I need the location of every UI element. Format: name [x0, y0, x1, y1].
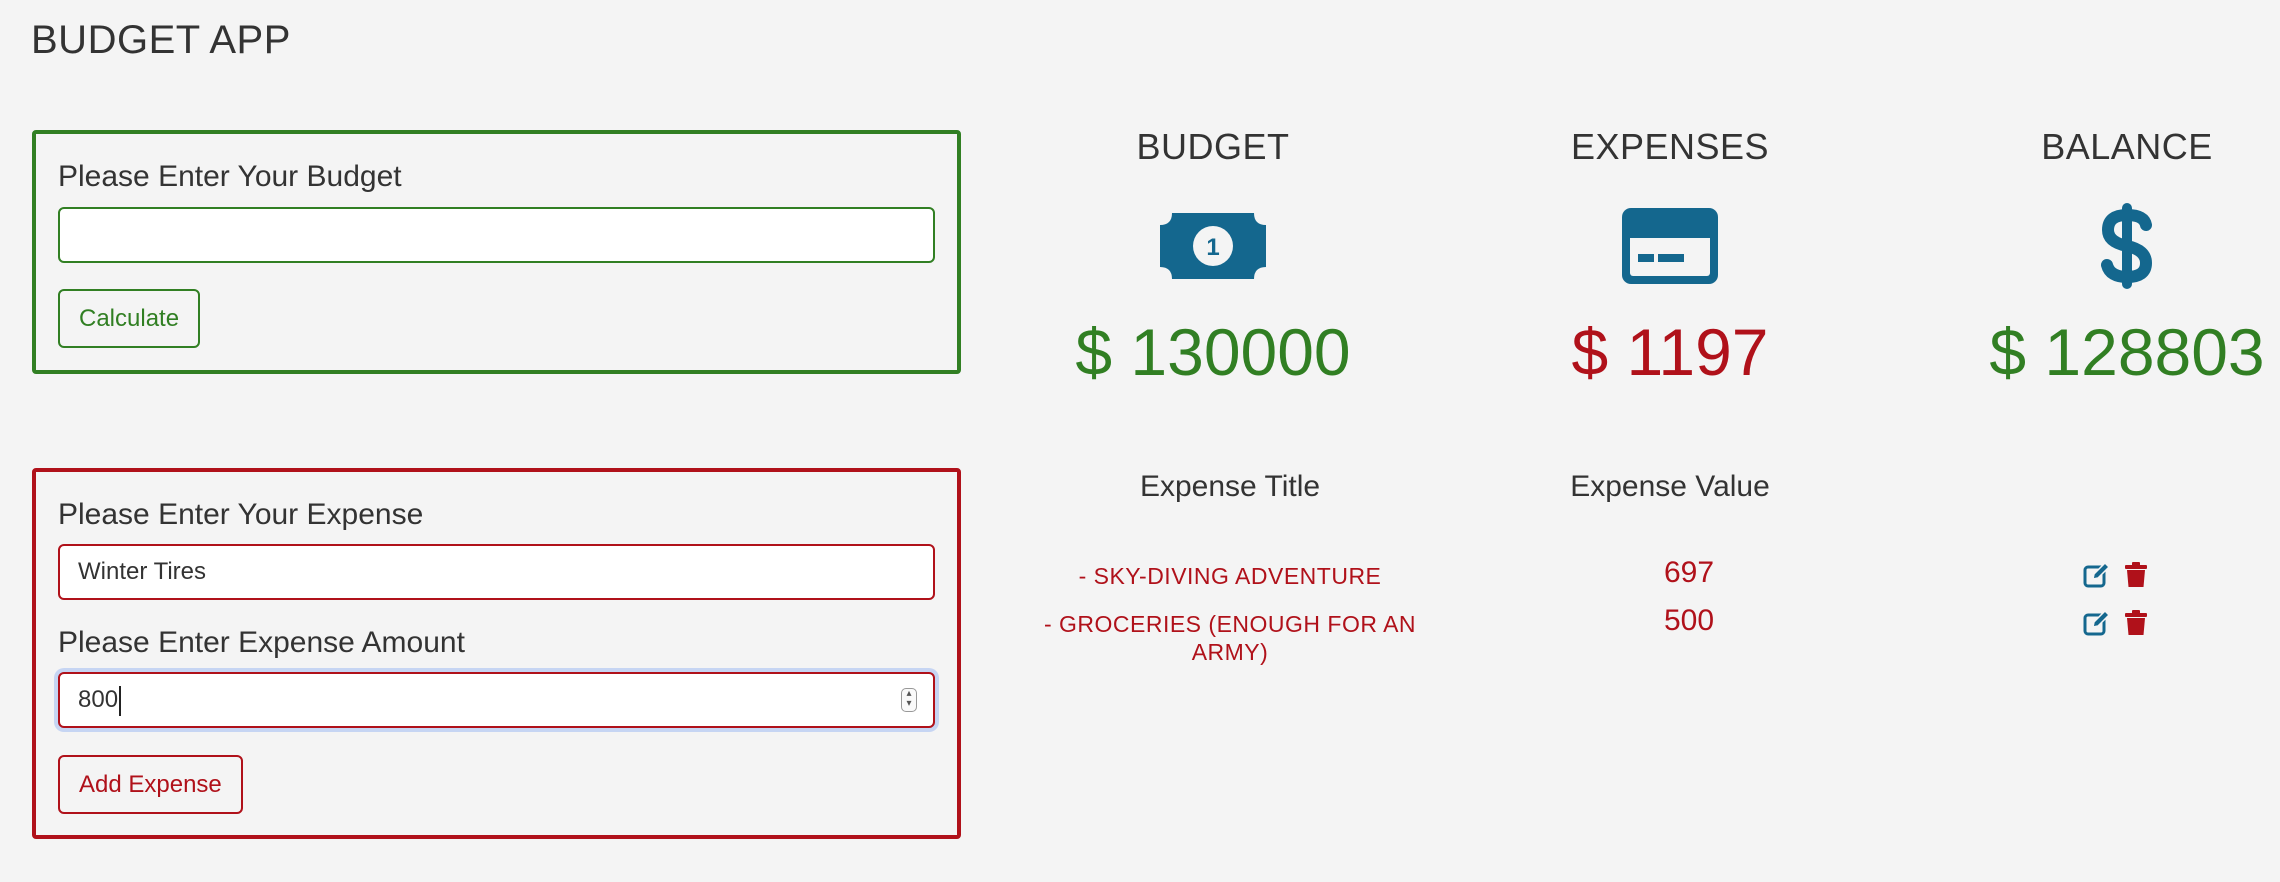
expenses-amount: $ 1197 — [1571, 315, 1769, 389]
budget-amount: $ 130000 — [1075, 315, 1351, 389]
budget-input[interactable] — [58, 207, 935, 263]
expense-amount-input[interactable]: 800 ▴ ▾ — [58, 672, 935, 728]
expenses-summary: EXPENSES $ 1197 — [1510, 126, 1830, 390]
credit-card-icon — [1510, 204, 1830, 288]
expense-row: - GROCERIES (ENOUGH FOR AN ARMY) 500 — [1020, 604, 2260, 665]
number-spinner[interactable]: ▴ ▾ — [901, 688, 917, 712]
dollar-sign-icon — [1967, 203, 2280, 289]
calculate-button[interactable]: Calculate — [58, 289, 201, 348]
text-caret — [119, 685, 122, 716]
balance-label: BALANCE — [2041, 126, 2213, 167]
expense-amount-label: Please Enter Expense Amount — [58, 626, 465, 659]
expense-form: Please Enter Your Expense Winter Tires P… — [32, 468, 961, 839]
expense-title-label: Please Enter Your Expense — [58, 498, 424, 531]
add-expense-button[interactable]: Add Expense — [58, 755, 243, 814]
trash-icon[interactable] — [2125, 562, 2147, 588]
balance-amount: $ 128803 — [1989, 315, 2265, 389]
budget-form: Please Enter Your Budget Calculate — [32, 130, 961, 374]
expense-item-value: 500 — [1663, 604, 1715, 637]
expense-value-header: Expense Value — [1570, 470, 1770, 503]
budget-input-label: Please Enter Your Budget — [58, 160, 402, 193]
trash-icon[interactable] — [2125, 610, 2147, 636]
edit-icon[interactable] — [2083, 562, 2111, 588]
expense-item-title: - SKY-DIVING ADVENTURE — [1078, 563, 1382, 589]
expenses-label: EXPENSES — [1570, 126, 1770, 167]
edit-icon[interactable] — [2083, 610, 2111, 636]
budget-label: BUDGET — [1136, 126, 1290, 167]
balance-summary: BALANCE $ 128803 — [1967, 126, 2280, 390]
expense-item-title: - GROCERIES (ENOUGH FOR AN ARMY) — [1043, 611, 1417, 665]
budget-summary: BUDGET 1 $ 130000 — [1053, 126, 1373, 390]
expense-item-value: 697 — [1663, 556, 1715, 589]
expense-row: - SKY-DIVING ADVENTURE 697 — [1020, 556, 2260, 606]
expense-title-header: Expense Title — [1139, 470, 1321, 503]
money-bill-icon: 1 — [1053, 204, 1373, 288]
app-title: BUDGET APP — [31, 18, 291, 62]
svg-text:1: 1 — [1206, 234, 1219, 261]
expense-amount-value: 800 — [78, 686, 119, 713]
expense-title-input[interactable]: Winter Tires — [58, 544, 935, 600]
